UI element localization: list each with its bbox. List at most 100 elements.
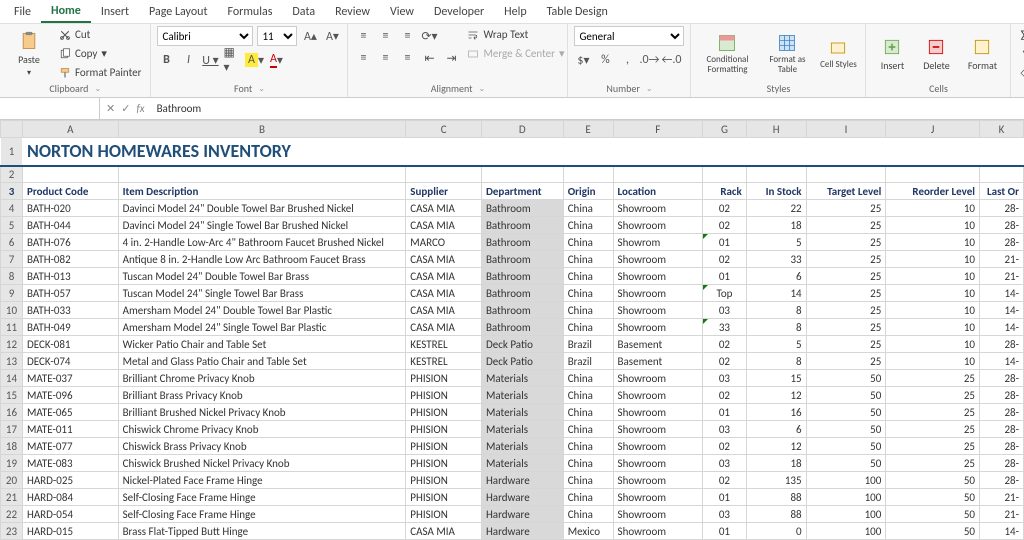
- cell[interactable]: 14-: [979, 302, 1023, 319]
- col-title-h[interactable]: In Stock: [746, 183, 806, 200]
- row-header-9[interactable]: 9: [1, 285, 23, 302]
- cell[interactable]: 28-: [979, 472, 1023, 489]
- cell[interactable]: Metal and Glass Patio Chair and Table Se…: [118, 353, 406, 370]
- col-header-G[interactable]: G: [703, 121, 747, 138]
- font-size-select[interactable]: 11: [257, 26, 297, 46]
- row-header-13[interactable]: 13: [1, 353, 23, 370]
- cell[interactable]: 10: [886, 200, 980, 217]
- cell[interactable]: 100: [806, 489, 886, 506]
- col-header-D[interactable]: D: [481, 121, 563, 138]
- increase-indent-icon[interactable]: ⇥: [442, 49, 460, 67]
- cell[interactable]: 25: [806, 302, 886, 319]
- cell[interactable]: 28-: [979, 404, 1023, 421]
- cell[interactable]: Materials: [481, 455, 563, 472]
- cell[interactable]: China: [563, 506, 613, 523]
- cell[interactable]: China: [563, 404, 613, 421]
- cell[interactable]: 10: [886, 302, 980, 319]
- cell[interactable]: 02: [703, 251, 747, 268]
- decrease-indent-icon[interactable]: ⇤: [420, 49, 438, 67]
- cell[interactable]: Materials: [481, 404, 563, 421]
- cell[interactable]: 02: [703, 387, 747, 404]
- cell[interactable]: China: [563, 234, 613, 251]
- dec-decimal-button[interactable]: ←.0: [662, 51, 680, 69]
- cell[interactable]: Deck Patio: [481, 336, 563, 353]
- cell[interactable]: 100: [806, 506, 886, 523]
- cell[interactable]: CASA MIA: [406, 285, 482, 302]
- cell[interactable]: Materials: [481, 438, 563, 455]
- cell[interactable]: [406, 166, 482, 183]
- cell[interactable]: Showrom: [613, 234, 703, 251]
- cell[interactable]: Showroom: [613, 251, 703, 268]
- cell[interactable]: [118, 166, 406, 183]
- cell[interactable]: China: [563, 387, 613, 404]
- cell[interactable]: Tuscan Model 24" Double Towel Bar Brass: [118, 268, 406, 285]
- cell[interactable]: Bathroom: [481, 319, 563, 336]
- cell[interactable]: 01: [703, 489, 747, 506]
- cell[interactable]: 25: [886, 404, 980, 421]
- cell[interactable]: Bathroom: [481, 217, 563, 234]
- inc-decimal-button[interactable]: .0→: [640, 51, 658, 69]
- cell[interactable]: 50: [886, 506, 980, 523]
- cell[interactable]: Brass Flat-Tipped Butt Hinge: [118, 523, 406, 540]
- cell[interactable]: 22: [746, 200, 806, 217]
- cell[interactable]: 50: [806, 387, 886, 404]
- cell[interactable]: Self-Closing Face Frame Hinge: [118, 489, 406, 506]
- cell[interactable]: 21-: [979, 251, 1023, 268]
- col-header-B[interactable]: B: [118, 121, 406, 138]
- cell[interactable]: China: [563, 489, 613, 506]
- cell[interactable]: Showroom: [613, 523, 703, 540]
- menu-formulas[interactable]: Formulas: [217, 2, 282, 22]
- cell[interactable]: 25: [806, 251, 886, 268]
- cell[interactable]: MATE-037: [22, 370, 118, 387]
- cell[interactable]: 10: [886, 285, 980, 302]
- cell[interactable]: 10: [886, 217, 980, 234]
- cell[interactable]: 25: [806, 268, 886, 285]
- cell[interactable]: CASA MIA: [406, 268, 482, 285]
- cell[interactable]: 25: [806, 353, 886, 370]
- cell[interactable]: BATH-082: [22, 251, 118, 268]
- cell[interactable]: Showroom: [613, 200, 703, 217]
- cell[interactable]: 25: [806, 217, 886, 234]
- cell[interactable]: [806, 166, 886, 183]
- row-header-22[interactable]: 22: [1, 506, 23, 523]
- cell[interactable]: 18: [746, 217, 806, 234]
- cell[interactable]: Showroom: [613, 268, 703, 285]
- cell[interactable]: 8: [746, 353, 806, 370]
- italic-button[interactable]: I: [179, 51, 197, 69]
- cell[interactable]: 21-: [979, 489, 1023, 506]
- menu-file[interactable]: File: [4, 2, 41, 22]
- cell[interactable]: 25: [886, 387, 980, 404]
- cell[interactable]: 02: [703, 217, 747, 234]
- cell[interactable]: Hardware: [481, 523, 563, 540]
- col-title-c[interactable]: Supplier: [406, 183, 482, 200]
- cell[interactable]: Showroom: [613, 302, 703, 319]
- spreadsheet-grid[interactable]: ABCDEFGHIJK1NORTON HOMEWARES INVENTORY23…: [0, 120, 1024, 540]
- cell[interactable]: 21-: [979, 268, 1023, 285]
- row-header-20[interactable]: 20: [1, 472, 23, 489]
- cell[interactable]: Antique 8 in. 2-Handle Low Arc Bathroom …: [118, 251, 406, 268]
- col-header-A[interactable]: A: [22, 121, 118, 138]
- cell[interactable]: HARD-084: [22, 489, 118, 506]
- underline-button[interactable]: U ▾: [201, 51, 219, 69]
- cell[interactable]: [746, 166, 806, 183]
- cell[interactable]: Materials: [481, 387, 563, 404]
- cell[interactable]: 25: [806, 319, 886, 336]
- col-title-f[interactable]: Location: [613, 183, 703, 200]
- cell[interactable]: 5: [746, 234, 806, 251]
- row-header-14[interactable]: 14: [1, 370, 23, 387]
- menu-insert[interactable]: Insert: [91, 2, 139, 22]
- orientation-icon[interactable]: ⟳▾: [420, 27, 438, 45]
- cell[interactable]: Self-Closing Face Frame Hinge: [118, 506, 406, 523]
- cell[interactable]: 28-: [979, 217, 1023, 234]
- cell[interactable]: 6: [746, 421, 806, 438]
- cell[interactable]: Chiswick Chrome Privacy Knob: [118, 421, 406, 438]
- align-middle-icon[interactable]: ≡: [376, 27, 394, 45]
- cell[interactable]: [703, 166, 747, 183]
- cell[interactable]: 50: [806, 438, 886, 455]
- cell[interactable]: China: [563, 421, 613, 438]
- cell[interactable]: MARCO: [406, 234, 482, 251]
- cell[interactable]: 25: [886, 438, 980, 455]
- cell[interactable]: Materials: [481, 421, 563, 438]
- cell[interactable]: 12: [746, 387, 806, 404]
- format-as-table-button[interactable]: Format as Table: [761, 26, 813, 82]
